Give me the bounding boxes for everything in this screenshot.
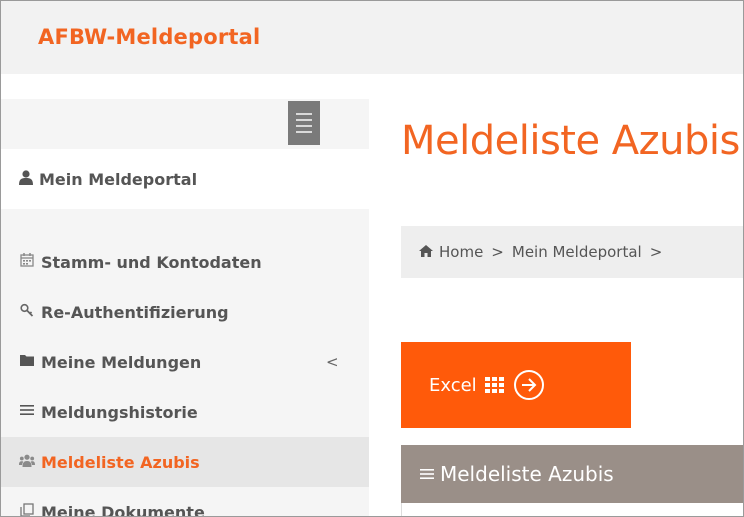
table-icon: [484, 377, 504, 393]
breadcrumb-separator: >: [649, 243, 663, 261]
home-icon: [419, 243, 433, 261]
breadcrumb-mein-meldeportal[interactable]: Mein Meldeportal: [512, 243, 642, 261]
sidebar-item-label: Meine Meldungen: [41, 352, 202, 372]
folder-icon: [19, 354, 35, 370]
panel-body: [401, 503, 743, 516]
excel-export-button[interactable]: Excel: [401, 342, 631, 428]
calendar-icon: [19, 253, 35, 271]
excel-button-label: Excel: [429, 374, 477, 396]
circle-arrow-right-icon: [513, 370, 544, 400]
list-icon: [420, 464, 434, 485]
sidebar-item-reauth[interactable]: Re-Authentifizierung: [1, 287, 369, 337]
breadcrumb: Home > Mein Meldeportal >: [401, 226, 743, 278]
profile-label: Mein Meldeportal: [39, 169, 198, 189]
sidebar-item-meldungen[interactable]: Meine Meldungen <: [1, 337, 369, 387]
sidebar-item-label: Re-Authentifizierung: [41, 302, 229, 322]
sidebar-item-label: Stamm- und Kontodaten: [41, 252, 262, 272]
sidebar-menu: Stamm- und Kontodaten Re-Authentifizieru…: [1, 237, 369, 517]
sidebar-item-label: Meldeliste Azubis: [41, 452, 200, 472]
sidebar-item-meldeliste-azubis[interactable]: Meldeliste Azubis: [1, 437, 369, 487]
list-icon: [19, 404, 35, 420]
hamburger-icon[interactable]: [288, 101, 320, 145]
sidebar-profile[interactable]: Mein Meldeportal: [1, 149, 369, 209]
chevron-left-icon[interactable]: <: [326, 353, 339, 371]
documents-icon: [19, 503, 35, 516]
panel-title: Meldeliste Azubis: [440, 462, 614, 486]
sidebar-item-historie[interactable]: Meldungshistorie: [1, 387, 369, 437]
panel-header: Meldeliste Azubis: [401, 445, 743, 503]
breadcrumb-home[interactable]: Home: [439, 243, 483, 261]
sidebar-item-stammdaten[interactable]: Stamm- und Kontodaten: [1, 237, 369, 287]
sidebar-item-label: Meine Dokumente: [41, 502, 205, 517]
group-icon: [19, 454, 35, 471]
page-title: Meldeliste Azubis: [401, 118, 740, 164]
app-window: AFBW-Meldeportal Mein Meldeportal Stamm-…: [0, 0, 744, 517]
breadcrumb-separator: >: [491, 243, 504, 261]
brand-logo[interactable]: AFBW-Meldeportal: [38, 25, 260, 49]
key-icon: [19, 303, 35, 321]
top-bar: AFBW-Meldeportal: [1, 1, 743, 74]
sidebar-item-label: Meldungshistorie: [41, 402, 198, 422]
user-icon: [19, 169, 33, 189]
sidebar: Mein Meldeportal Stamm- und Kontodaten R…: [1, 99, 369, 517]
sidebar-item-dokumente[interactable]: Meine Dokumente: [1, 487, 369, 517]
